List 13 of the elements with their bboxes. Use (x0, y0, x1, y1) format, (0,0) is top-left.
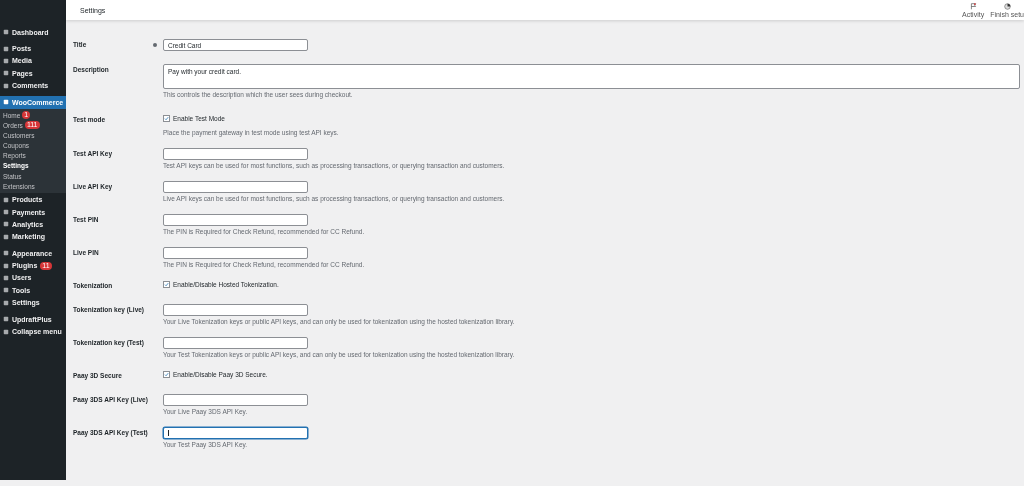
flag-icon (969, 2, 977, 10)
input-field[interactable] (163, 181, 308, 193)
input-field[interactable] (163, 148, 308, 160)
checkbox[interactable] (163, 281, 170, 288)
checkbox[interactable] (163, 371, 170, 378)
input-field[interactable] (163, 214, 308, 226)
input-field[interactable] (163, 427, 308, 439)
input-field[interactable] (163, 394, 308, 406)
checkbox[interactable] (163, 115, 170, 122)
input-field[interactable] (163, 337, 308, 349)
input-field[interactable] (163, 247, 308, 259)
progress-circle-icon (1003, 2, 1011, 10)
input-field[interactable] (163, 304, 308, 316)
